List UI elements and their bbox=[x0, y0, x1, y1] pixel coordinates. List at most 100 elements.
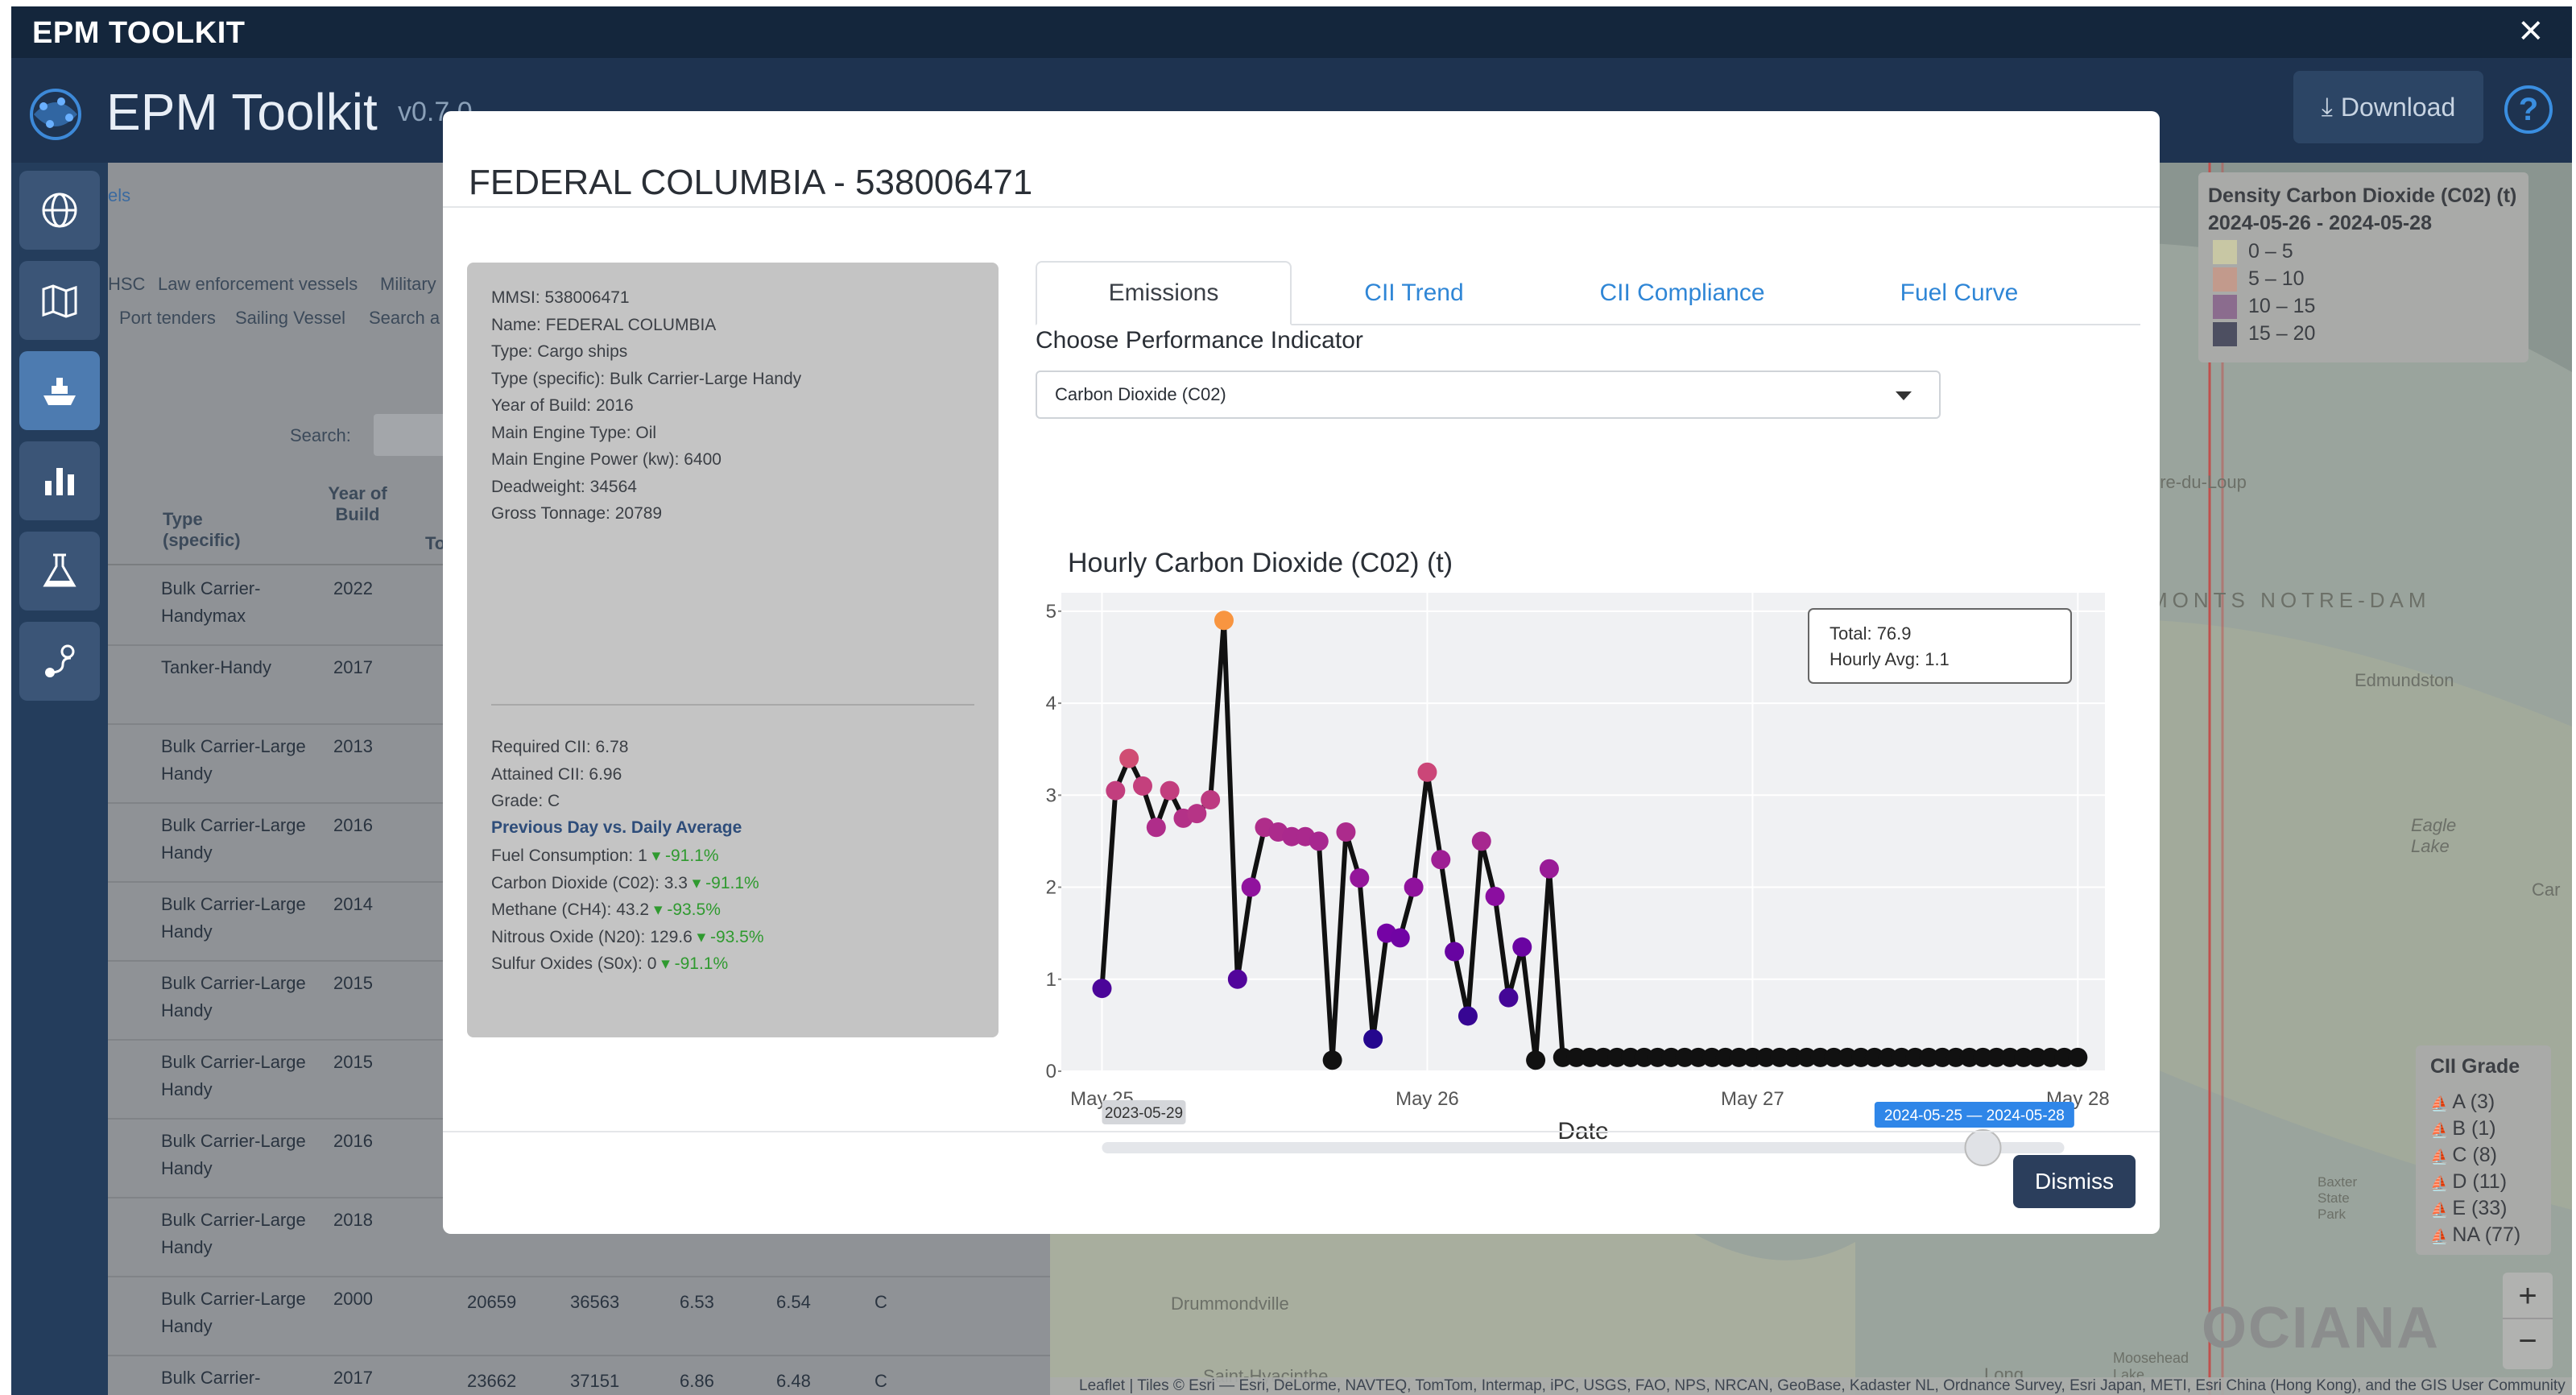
cell-req: 6.53 bbox=[680, 1292, 714, 1312]
logo-icon bbox=[30, 89, 81, 140]
app-window: EPM TOOLKIT × EPM Toolkit v0.7.0 ⤓ Downl… bbox=[11, 6, 2572, 1395]
data-point bbox=[1363, 1029, 1383, 1049]
help-icon[interactable]: ? bbox=[2504, 85, 2553, 134]
cell-type: Bulk Carrier-Large Handy bbox=[161, 815, 306, 863]
vessel-info-line: Type: Cargo ships bbox=[491, 342, 628, 361]
close-icon[interactable]: × bbox=[2519, 10, 2543, 52]
cell-type: Bulk Carrier-Large Handy bbox=[161, 736, 306, 784]
ship-marker-icon: ⛵ bbox=[2430, 1228, 2453, 1244]
search-input[interactable] bbox=[374, 414, 454, 456]
data-point bbox=[1485, 886, 1505, 906]
down-arrow-icon: ▾ bbox=[687, 873, 706, 892]
vessel-modal: FEDERAL COLUMBIA - 538006471 MMSI: 53800… bbox=[443, 111, 2160, 1234]
vessel-info-line: Deadweight: 34564 bbox=[491, 477, 637, 496]
prev-day-pct: -93.5% bbox=[667, 900, 721, 919]
filter-chip-port[interactable]: Port tenders bbox=[119, 308, 216, 329]
legend-label: 15 – 20 bbox=[2248, 322, 2316, 345]
range-slider-track[interactable] bbox=[1102, 1142, 2065, 1153]
x-tick-label: May 26 bbox=[1396, 1088, 1459, 1110]
cii-legend-item[interactable]: ⛵ D (11) bbox=[2430, 1170, 2507, 1194]
data-point bbox=[1336, 822, 1356, 842]
map-attribution: Leaflet | Tiles © Esri — Esri, DeLorme, … bbox=[1050, 1377, 2572, 1395]
map-icon[interactable] bbox=[19, 261, 100, 340]
bar-chart-icon[interactable] bbox=[19, 441, 100, 520]
side-navigation bbox=[11, 163, 108, 1395]
data-point bbox=[1241, 877, 1261, 897]
slider-start-label: 2023-05-29 bbox=[1105, 1105, 1183, 1122]
data-point bbox=[1106, 780, 1126, 801]
filter-chip-search[interactable]: Search a bbox=[369, 308, 440, 329]
data-point bbox=[1350, 868, 1370, 888]
modal-divider bbox=[443, 206, 2160, 208]
map-label: Car bbox=[2532, 880, 2561, 900]
legend-title: Density Carbon Dioxide (C02) (t) 2024-05-… bbox=[2208, 184, 2517, 234]
zoom-out-button[interactable]: − bbox=[2503, 1319, 2553, 1366]
filter-chip-law[interactable]: Law enforcement vessels bbox=[158, 274, 358, 295]
perf-indicator-label: Choose Performance Indicator bbox=[1036, 327, 1363, 354]
tab-cii-compliance[interactable]: CII Compliance bbox=[1536, 261, 1828, 325]
y-tick-label: 0 bbox=[1046, 1061, 1056, 1082]
down-arrow-icon: ▾ bbox=[647, 847, 665, 865]
tab-cii-trend[interactable]: CII Trend bbox=[1292, 261, 1536, 325]
ship-icon[interactable] bbox=[19, 351, 100, 430]
col-type-specific[interactable]: Type (specific) bbox=[163, 509, 259, 551]
zoom-in-button[interactable]: + bbox=[2503, 1273, 2553, 1319]
data-point bbox=[1445, 942, 1465, 962]
down-arrow-icon: ▾ bbox=[649, 900, 668, 919]
app-name: EPM Toolkit bbox=[106, 83, 378, 141]
cell-year: 2016 bbox=[333, 815, 373, 835]
cell-dwt: 36563 bbox=[570, 1292, 620, 1312]
filter-chip-hsc[interactable]: HSC bbox=[108, 274, 145, 295]
panel-link[interactable]: els bbox=[108, 185, 130, 206]
vessel-info-line: MMSI: 538006471 bbox=[491, 288, 630, 307]
filter-chip-military[interactable]: Military bbox=[380, 274, 436, 295]
cii-legend-item[interactable]: ⛵ E (33) bbox=[2430, 1197, 2508, 1220]
globe-icon[interactable] bbox=[19, 171, 100, 250]
cell-year: 2000 bbox=[333, 1289, 373, 1309]
cii-legend-title: CII Grade bbox=[2430, 1055, 2520, 1078]
tab-fuel-curve[interactable]: Fuel Curve bbox=[1828, 261, 2090, 325]
legend-swatch bbox=[2213, 240, 2237, 264]
cell-gt: 23662 bbox=[467, 1371, 517, 1391]
cell-dwt: 37151 bbox=[570, 1371, 620, 1391]
vessel-info-line: Main Engine Power (kw): 6400 bbox=[491, 450, 722, 469]
data-point bbox=[1526, 1050, 1546, 1070]
route-icon[interactable] bbox=[19, 622, 100, 701]
density-legend: Density Carbon Dioxide (C02) (t) 2024-05-… bbox=[2198, 172, 2528, 362]
filter-chip-sailing[interactable]: Sailing Vessel bbox=[235, 308, 345, 329]
range-slider-handle[interactable] bbox=[1964, 1129, 2002, 1166]
dismiss-button[interactable]: Dismiss bbox=[2013, 1155, 2136, 1208]
prev-day-label: Methane (CH4): 43.2 bbox=[491, 900, 650, 919]
prev-day-line: Methane (CH4): 43.2 ▾ -93.5% bbox=[491, 900, 721, 920]
col-year-build[interactable]: Year of Build bbox=[325, 483, 390, 525]
vessel-info-line: Gross Tonnage: 20789 bbox=[491, 504, 663, 523]
data-point bbox=[1160, 780, 1180, 801]
cell-year: 2017 bbox=[333, 1368, 373, 1388]
slider-range-label: 2024-05-25 — 2024-05-28 bbox=[1884, 1107, 2065, 1124]
emissions-chart[interactable]: Hourly Carbon Dioxide (C02) (t) 0 1 2 3 4 5 May… bbox=[1036, 443, 2150, 1176]
cii-legend-label: D (11) bbox=[2452, 1170, 2508, 1193]
down-arrow-icon: ▾ bbox=[656, 954, 675, 973]
data-point bbox=[1132, 776, 1152, 796]
cell-year: 2015 bbox=[333, 973, 373, 993]
cii-legend-item[interactable]: ⛵ NA (77) bbox=[2430, 1223, 2520, 1247]
ship-marker-icon: ⛵ bbox=[2430, 1122, 2453, 1138]
table-row[interactable]: Bulk Carrier-Large Handy 2000 20659 36563 6.… bbox=[108, 1277, 1050, 1356]
lab-flask-icon[interactable] bbox=[19, 532, 100, 611]
cell-year: 2016 bbox=[333, 1131, 373, 1151]
download-button[interactable]: ⤓ Download bbox=[2293, 71, 2483, 143]
download-icon: ⤓ bbox=[2321, 92, 2333, 121]
cii-grade-legend: CII Grade ⛵ A (3) ⛵ B (1) ⛵ C (8) ⛵ D (11) ⛵… bbox=[2416, 1045, 2551, 1255]
cii-legend-item[interactable]: ⛵ A (3) bbox=[2430, 1091, 2495, 1114]
cii-legend-item[interactable]: ⛵ C (8) bbox=[2430, 1144, 2497, 1167]
cell-year: 2018 bbox=[333, 1210, 373, 1230]
perf-indicator-select[interactable]: Carbon Dioxide (C02) bbox=[1036, 370, 1941, 419]
data-point bbox=[1309, 831, 1329, 851]
cii-info-line: Grade: C bbox=[491, 792, 560, 810]
cell-type: Bulk Carrier-Large Handy bbox=[161, 1210, 306, 1257]
cii-legend-item[interactable]: ⛵ B (1) bbox=[2430, 1117, 2496, 1140]
prev-day-pct: -93.5% bbox=[710, 927, 764, 946]
table-row[interactable]: Bulk Carrier- 2017 23662 37151 6.86 6.48 C bbox=[108, 1356, 1050, 1395]
cell-type: Bulk Carrier-Large Handy bbox=[161, 894, 306, 942]
tab-emissions[interactable]: Emissions bbox=[1036, 261, 1292, 325]
